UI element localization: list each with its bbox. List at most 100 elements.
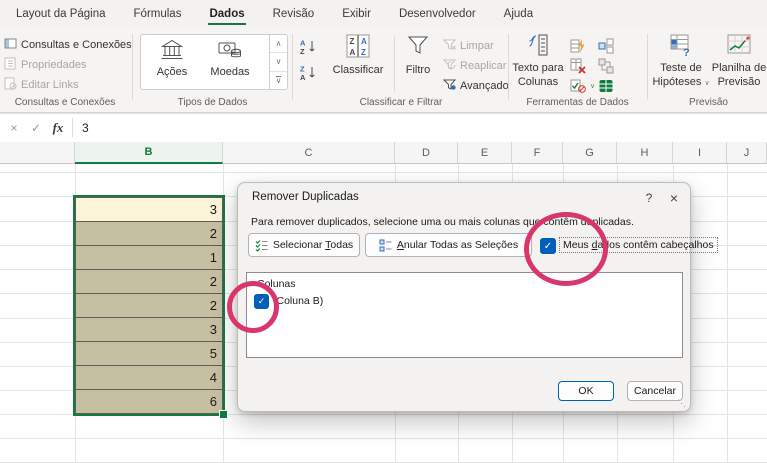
svg-text:?: ? (683, 47, 690, 57)
reapply-funnel-icon (442, 58, 457, 74)
sort-dialog-icon: ZAAZ (345, 33, 371, 62)
header-cell-f[interactable]: F (512, 142, 563, 163)
header-cell-h[interactable]: H (617, 142, 673, 163)
sheet-cell[interactable]: 3 (76, 318, 222, 342)
tab-dados[interactable]: Dados (195, 0, 258, 28)
sheet-cell[interactable]: 6 (76, 390, 222, 413)
sheet-cell[interactable]: 1 (76, 246, 222, 270)
header-cell-c[interactable]: C (223, 142, 395, 163)
advanced-filter-button[interactable]: Avançado (442, 77, 509, 95)
gallery-scroll-up-button[interactable]: ∧ (270, 35, 287, 54)
edit-links-button: Editar Links (4, 76, 78, 94)
text-to-columns-button[interactable]: Texto para Colunas (512, 33, 564, 91)
gallery-scroll-down-button[interactable]: ∨ (270, 53, 287, 72)
filter-button[interactable]: Filtro (398, 33, 438, 91)
funnel-icon (406, 33, 430, 62)
tab-exibir[interactable]: Exibir (328, 0, 385, 28)
sheet-cell[interactable]: 2 (76, 270, 222, 294)
chevron-down-icon: ∨ (590, 83, 596, 90)
currencies-datatype-button[interactable]: Moedas (203, 37, 257, 87)
dialog-help-button[interactable]: ? (640, 189, 658, 207)
relationships-button[interactable] (598, 57, 614, 75)
forecast-chart-icon (726, 33, 752, 60)
header-cell-j[interactable]: J (727, 142, 767, 163)
formula-input[interactable]: 3 (82, 114, 89, 141)
unselect-all-button[interactable]: Anular Todas as Seleções (365, 233, 532, 257)
tab-formulas[interactable]: Fórmulas (120, 0, 196, 28)
svg-text:Z: Z (350, 37, 355, 46)
ribbon-tab-bar: Layout da Página Fórmulas Dados Revisão … (0, 0, 767, 28)
selected-range: 3 2 1 2 2 3 5 4 6 (73, 195, 225, 416)
flash-fill-button[interactable] (570, 37, 586, 55)
remove-duplicates-dialog: Remover Duplicadas ? × Para remover dupl… (237, 182, 718, 412)
ok-button[interactable]: OK (558, 381, 614, 401)
unselect-all-list-icon (379, 239, 392, 251)
tab-layout-da-pagina[interactable]: Layout da Página (2, 0, 120, 28)
ribbon-separator (132, 34, 133, 100)
sheet-cell[interactable]: 2 (76, 222, 222, 246)
group-label-data-tools: Ferramentas de Dados (526, 97, 629, 108)
consolidate-button[interactable] (598, 37, 614, 55)
group-label-sort-filter: Classificar e Filtrar (359, 97, 443, 108)
sheet-cell[interactable]: 5 (76, 342, 222, 366)
data-validation-icon (570, 79, 586, 93)
formula-bar: × ✓ fx 3 (0, 113, 767, 143)
cancel-button[interactable]: Cancelar (627, 381, 683, 401)
selected-cells: 3 2 1 2 2 3 5 4 6 (75, 197, 223, 414)
text-to-columns-icon (526, 33, 550, 60)
sort-button[interactable]: ZAAZ Classificar (325, 33, 391, 91)
queries-connections-button[interactable]: Consultas e Conexões (4, 36, 132, 54)
sort-ascending-button[interactable]: AZ (300, 37, 317, 55)
ribbon-separator (508, 34, 509, 100)
sort-za-icon: ZA (300, 64, 315, 81)
fill-handle[interactable] (219, 410, 228, 419)
queries-pane-icon (4, 37, 17, 53)
manage-data-model-button[interactable] (598, 77, 614, 95)
forecast-sheet-button[interactable]: Planilha de Previsão (712, 33, 766, 91)
remove-duplicates-button[interactable] (570, 57, 586, 75)
svg-text:A: A (361, 37, 367, 46)
header-cell-a[interactable] (0, 142, 75, 163)
sheet-cell-active[interactable]: 3 (76, 198, 222, 222)
columns-listbox: Colunas ✓ (Coluna B) (246, 272, 683, 358)
data-validation-button[interactable]: ∨ (570, 77, 595, 95)
header-cell-d[interactable]: D (395, 142, 458, 163)
relationships-icon (598, 58, 614, 74)
bank-icon (160, 37, 184, 66)
select-all-button[interactable]: Selecionar Todas (248, 233, 360, 257)
svg-text:Z: Z (300, 47, 305, 55)
gallery-more-button[interactable]: ∨ (270, 72, 287, 89)
tab-revisao[interactable]: Revisão (259, 0, 329, 28)
tab-desenvolvedor[interactable]: Desenvolvedor (385, 0, 490, 28)
edit-links-icon (4, 77, 17, 93)
ribbon: Consultas e Conexões Propriedades Editar… (0, 28, 767, 113)
header-cell-e[interactable]: E (458, 142, 512, 163)
remove-duplicates-icon (570, 58, 586, 74)
sort-descending-button[interactable]: ZA (300, 63, 317, 81)
stocks-datatype-button[interactable]: Ações (145, 37, 199, 87)
header-cell-b[interactable]: B (75, 142, 223, 164)
formula-enter-button[interactable]: ✓ (26, 114, 46, 141)
clear-funnel-icon (442, 38, 457, 54)
tab-ajuda[interactable]: Ajuda (490, 0, 547, 28)
sheet-cell[interactable]: 2 (76, 294, 222, 318)
resize-grip-icon[interactable]: ⋱ (677, 398, 686, 409)
dialog-close-button[interactable]: × (665, 189, 683, 207)
fx-icon: fx (52, 119, 64, 135)
svg-text:A: A (300, 73, 306, 81)
cancel-x-icon: × (10, 120, 18, 135)
chevron-more-icon: ∨ (275, 75, 282, 85)
data-model-icon (599, 80, 613, 92)
select-all-checklist-icon (255, 239, 268, 252)
header-cell-i[interactable]: I (673, 142, 727, 163)
what-if-analysis-button[interactable]: ? Teste de Hipóteses ∨ (652, 33, 710, 91)
annotation-circle-column-checkbox (227, 281, 279, 333)
column-b-label[interactable]: (Coluna B) (273, 295, 323, 307)
header-cell-g[interactable]: G (563, 142, 617, 163)
sheet-cell[interactable]: 4 (76, 366, 222, 390)
group-label-queries: Consultas e Conexões (14, 97, 116, 108)
insert-function-button[interactable]: fx (48, 114, 68, 141)
properties-button: Propriedades (4, 56, 86, 74)
properties-icon (4, 57, 17, 73)
formula-cancel-button[interactable]: × (4, 114, 24, 141)
